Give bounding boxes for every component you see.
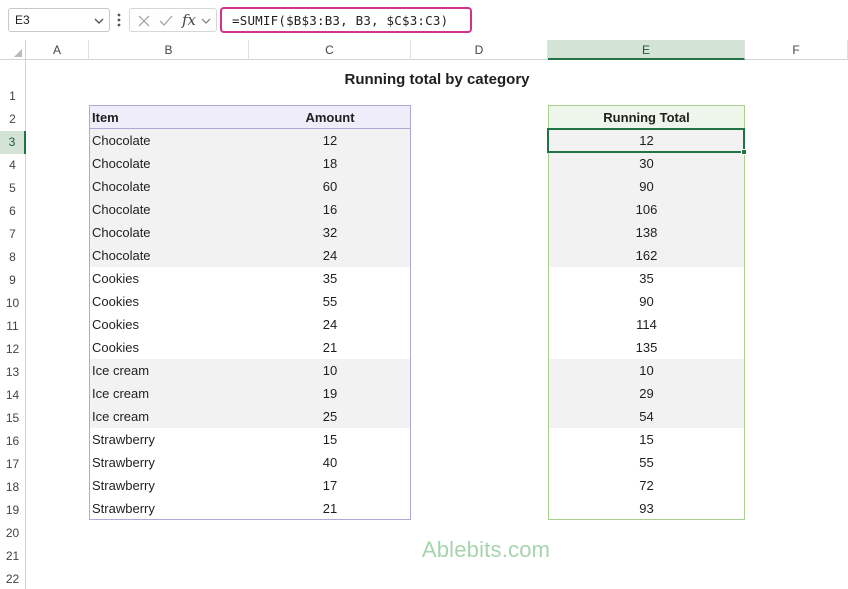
row-header-8[interactable]: 8 [0,246,25,269]
row-header-15[interactable]: 15 [0,407,25,430]
formula-bar: E3 fx =SUMIF($B$3:B3, B3, $C$3:C3) [0,0,848,40]
row-header-12[interactable]: 12 [0,338,25,361]
row-header-13[interactable]: 13 [0,361,25,384]
row-header-11[interactable]: 11 [0,315,25,338]
row-header-21[interactable]: 21 [0,545,25,568]
row-header-6[interactable]: 6 [0,200,25,223]
column-header-f[interactable]: F [745,40,848,60]
column-header-e[interactable]: E [548,40,745,60]
column-header-a[interactable]: A [26,40,89,60]
chevron-down-icon[interactable] [93,15,105,27]
column-header-d[interactable]: D [411,40,548,60]
formula-text: =SUMIF($B$3:B3, B3, $C$3:C3) [232,13,449,28]
formula-buttons: fx [129,8,217,32]
row-header-20[interactable]: 20 [0,522,25,545]
row-header-2[interactable]: 2 [0,108,25,131]
row-header-18[interactable]: 18 [0,476,25,499]
sheet-title[interactable]: Running total by category [26,71,848,88]
column-headers: ABCDEF [0,40,848,60]
x-icon[interactable] [136,13,152,29]
vertical-dots-icon[interactable] [116,12,122,28]
column-header-b[interactable]: B [89,40,249,60]
row-header-3[interactable]: 3 [0,131,26,154]
name-box-value: E3 [15,13,30,27]
row-header-4[interactable]: 4 [0,154,25,177]
items-table-border [89,105,411,520]
active-cell-e3[interactable] [547,128,747,155]
running-total-table-border [548,105,745,520]
row-header-7[interactable]: 7 [0,223,25,246]
row-header-9[interactable]: 9 [0,269,25,292]
row-header-1[interactable]: 1 [0,85,25,108]
ablebits-watermark: Ablebits.com [421,537,551,562]
formula-input[interactable]: =SUMIF($B$3:B3, B3, $C$3:C3) [220,7,472,33]
row-header-14[interactable]: 14 [0,384,25,407]
check-icon[interactable] [158,13,174,29]
worksheet[interactable]: Running total by category Item Amount Runn… [26,60,848,589]
row-header-19[interactable]: 19 [0,499,25,522]
chevron-down-icon[interactable] [200,13,212,29]
row-header-22[interactable]: 22 [0,568,25,589]
fill-handle[interactable] [741,149,747,155]
row-header-5[interactable]: 5 [0,177,25,200]
row-header-17[interactable]: 17 [0,453,25,476]
name-box[interactable]: E3 [8,8,110,32]
column-header-c[interactable]: C [249,40,411,60]
row-header-16[interactable]: 16 [0,430,25,453]
row-header-10[interactable]: 10 [0,292,25,315]
row-headers: 1 2 3 4 5 6 7 8 9 10 11 12 13 14 15 16 17 18 19 20 21 22 [0,60,26,589]
select-all-button[interactable] [0,40,26,60]
